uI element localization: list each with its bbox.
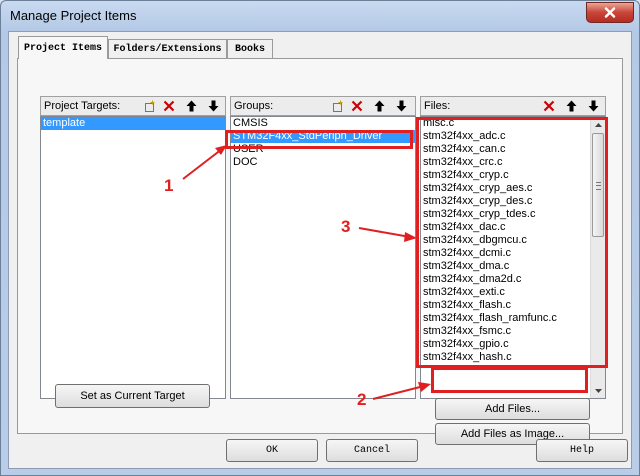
tab-label: Folders/Extensions	[113, 44, 222, 55]
set-current-target-button[interactable]: Set as Current Target	[55, 384, 210, 408]
scroll-up-arrow[interactable]	[593, 119, 604, 130]
arrow-up-icon	[186, 100, 197, 112]
file-item[interactable]: stm32f4xx_gpio.c	[421, 338, 605, 351]
button-label: Add Files...	[484, 403, 541, 415]
targets-list[interactable]: template	[40, 116, 226, 399]
arrow-up-icon	[566, 100, 577, 112]
file-item[interactable]: stm32f4xx_flash_ramfunc.c	[421, 312, 605, 325]
close-icon	[604, 7, 616, 18]
file-item[interactable]: stm32f4xx_dma.c	[421, 260, 605, 273]
tab-folders-extensions[interactable]: Folders/Extensions	[108, 39, 227, 59]
manage-project-items-window: Manage Project Items Project Items Folde…	[0, 0, 640, 476]
group-item-stdperiph-driver[interactable]: STM32F4xx_StdPeriph_Driver	[231, 130, 415, 143]
tab-books[interactable]: Books	[227, 39, 273, 59]
arrow-down-icon	[588, 100, 599, 112]
file-item[interactable]: stm32f4xx_exti.c	[421, 286, 605, 299]
scroll-thumb[interactable]	[592, 133, 604, 237]
file-item[interactable]: stm32f4xx_flash.c	[421, 299, 605, 312]
move-target-down-button[interactable]	[205, 98, 222, 114]
file-item[interactable]: stm32f4xx_cryp_aes.c	[421, 182, 605, 195]
groups-list[interactable]: CMSIS STM32F4xx_StdPeriph_Driver USER DO…	[230, 116, 416, 399]
move-file-up-button[interactable]	[563, 98, 580, 114]
ok-button[interactable]: OK	[226, 439, 318, 462]
file-item[interactable]: stm32f4xx_hash.c	[421, 351, 605, 364]
move-target-up-button[interactable]	[183, 98, 200, 114]
grip-icon	[596, 182, 601, 190]
groups-header: Groups:	[230, 96, 416, 116]
group-item-user[interactable]: USER	[231, 143, 415, 156]
scroll-down-arrow[interactable]	[593, 385, 604, 396]
move-group-down-button[interactable]	[393, 98, 410, 114]
file-item[interactable]: stm32f4xx_cryp_tdes.c	[421, 208, 605, 221]
groups-label: Groups:	[234, 100, 274, 112]
help-button[interactable]: Help	[536, 439, 628, 462]
cancel-button[interactable]: Cancel	[326, 439, 418, 462]
window-title: Manage Project Items	[10, 8, 137, 23]
delete-group-button[interactable]	[348, 98, 365, 114]
tab-label: Books	[234, 44, 265, 55]
button-label: Help	[569, 445, 594, 456]
file-item[interactable]: stm32f4xx_cryp.c	[421, 169, 605, 182]
button-label: Cancel	[353, 445, 390, 456]
project-items-panel: Project Targets: template Set as Current…	[17, 58, 623, 445]
file-item[interactable]: stm32f4xx_can.c	[421, 143, 605, 156]
new-target-button[interactable]	[141, 98, 158, 114]
delete-icon	[543, 100, 554, 112]
targets-header: Project Targets:	[40, 96, 226, 116]
move-file-down-button[interactable]	[585, 98, 602, 114]
target-item-template[interactable]: template	[41, 117, 225, 130]
files-label: Files:	[424, 100, 451, 112]
file-item[interactable]: stm32f4xx_dcmi.c	[421, 247, 605, 260]
annotation-number-1: 1	[164, 176, 174, 195]
delete-icon	[351, 100, 362, 112]
annotation-number-3: 3	[341, 217, 351, 236]
title-bar[interactable]: Manage Project Items	[1, 1, 639, 31]
files-list[interactable]: misc.c stm32f4xx_adc.c stm32f4xx_can.c s…	[420, 116, 606, 399]
new-group-button[interactable]	[329, 98, 346, 114]
delete-target-button[interactable]	[160, 98, 177, 114]
button-label: Set as Current Target	[80, 390, 185, 402]
arrow-up-icon	[374, 100, 385, 112]
file-item[interactable]: stm32f4xx_adc.c	[421, 130, 605, 143]
files-scrollbar[interactable]	[590, 117, 605, 398]
new-item-icon	[145, 100, 155, 112]
file-item[interactable]: stm32f4xx_crc.c	[421, 156, 605, 169]
window-close-button[interactable]	[586, 2, 634, 23]
group-item-doc[interactable]: DOC	[231, 156, 415, 169]
file-item[interactable]: misc.c	[421, 117, 605, 130]
move-group-up-button[interactable]	[371, 98, 388, 114]
arrow-down-icon	[208, 100, 219, 112]
new-item-icon	[333, 100, 343, 112]
button-label: OK	[265, 445, 278, 456]
scroll-up-icon	[595, 122, 602, 127]
add-files-button[interactable]: Add Files...	[435, 398, 590, 420]
file-item[interactable]: stm32f4xx_fsmc.c	[421, 325, 605, 338]
annotation-number-2: 2	[357, 390, 367, 409]
dialog-client-area: Project Items Folders/Extensions Books P…	[8, 31, 632, 469]
file-item[interactable]: stm32f4xx_dac.c	[421, 221, 605, 234]
scroll-down-icon	[595, 388, 602, 393]
tab-label: Project Items	[23, 42, 102, 54]
delete-icon	[163, 100, 174, 112]
targets-label: Project Targets:	[44, 100, 121, 112]
files-header: Files:	[420, 96, 606, 116]
file-item[interactable]: stm32f4xx_dbgmcu.c	[421, 234, 605, 247]
group-item-cmsis[interactable]: CMSIS	[231, 117, 415, 130]
file-item[interactable]: stm32f4xx_dma2d.c	[421, 273, 605, 286]
delete-file-button[interactable]	[540, 98, 557, 114]
tab-project-items[interactable]: Project Items	[18, 36, 108, 59]
arrow-down-icon	[396, 100, 407, 112]
file-item[interactable]: stm32f4xx_cryp_des.c	[421, 195, 605, 208]
